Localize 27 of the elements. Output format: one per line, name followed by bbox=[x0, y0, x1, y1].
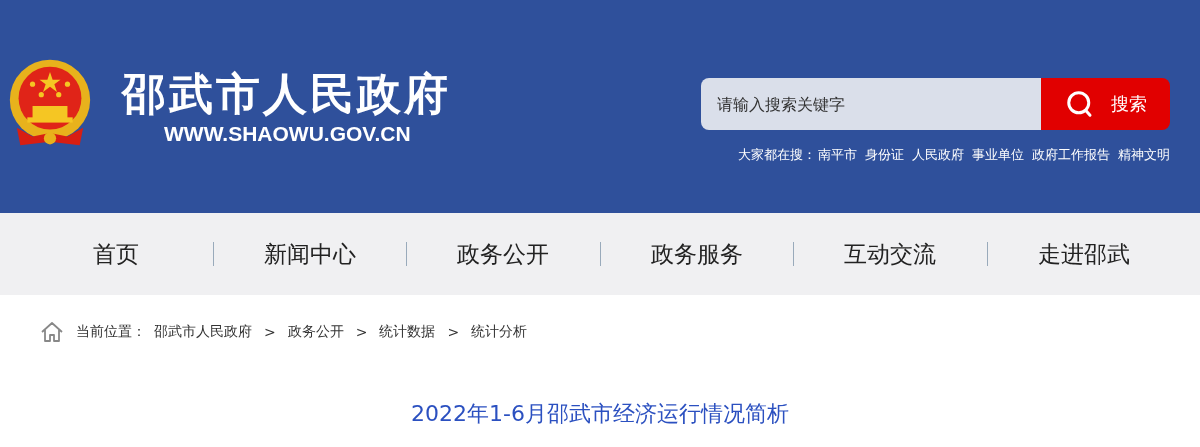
nav-item[interactable]: 政务公开 bbox=[407, 238, 600, 270]
hot-search-link[interactable]: 南平市 bbox=[818, 146, 857, 164]
site-name: 邵武市人民政府 bbox=[122, 67, 451, 121]
breadcrumb-label: 当前位置： bbox=[76, 323, 146, 341]
breadcrumb-separator: > bbox=[264, 324, 276, 340]
hot-search-link[interactable]: 事业单位 bbox=[972, 146, 1024, 164]
nav-item[interactable]: 政务服务 bbox=[600, 238, 793, 270]
hot-search-link[interactable]: 身份证 bbox=[865, 146, 904, 164]
nav-item[interactable]: 首页 bbox=[20, 238, 213, 270]
hot-search-link[interactable]: 精神文明 bbox=[1118, 146, 1170, 164]
nav-item[interactable]: 走进邵武 bbox=[987, 238, 1180, 270]
hot-search-link[interactable]: 人民政府 bbox=[912, 146, 964, 164]
home-icon bbox=[40, 320, 64, 344]
breadcrumb-link[interactable]: 邵武市人民政府 bbox=[154, 323, 252, 341]
hot-search-link[interactable]: 政府工作报告 bbox=[1032, 146, 1110, 164]
nav-item[interactable]: 新闻中心 bbox=[213, 238, 406, 270]
site-url: WWW.SHAOWU.GOV.CN bbox=[164, 122, 411, 146]
breadcrumb-link[interactable]: 政务公开 bbox=[287, 323, 344, 341]
breadcrumb-link[interactable]: 统计分析 bbox=[471, 323, 528, 341]
breadcrumb-link[interactable]: 统计数据 bbox=[379, 323, 436, 341]
nav-item[interactable]: 互动交流 bbox=[794, 238, 987, 270]
search-field[interactable]: 请输入搜索关键字 bbox=[701, 78, 1041, 130]
breadcrumb-separator: > bbox=[447, 324, 460, 340]
article-title: 2022年1-6月邵武市经济运行情况简析 bbox=[410, 400, 790, 428]
hot-search-label: 大家都在搜： bbox=[738, 146, 816, 164]
breadcrumb-separator: > bbox=[355, 324, 368, 340]
search-button[interactable]: 搜索 bbox=[1041, 78, 1170, 130]
